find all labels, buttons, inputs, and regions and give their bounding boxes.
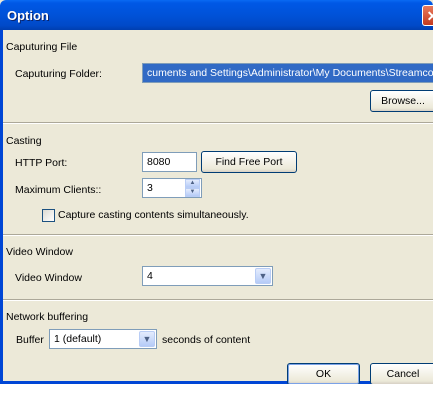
video-section-label: Video Window [6,246,73,258]
find-free-port-button[interactable]: Find Free Port [201,151,297,173]
network-section-label: Network buffering [6,311,89,323]
divider [3,122,433,124]
http-port-field[interactable]: 8080 [142,152,197,172]
cancel-button-label: Cancel [386,368,420,380]
arrow-down-icon[interactable]: ▼ [185,188,200,197]
buffer-suffix-label: seconds of content [162,334,251,346]
title-bar[interactable]: Option ✕ [0,0,433,30]
video-window-select[interactable]: 4 [142,266,273,286]
capturing-section-label: Caputuring File [6,41,78,53]
browse-button-label: Browse... [381,95,425,107]
chevron-down-icon[interactable]: ▼ [255,268,271,284]
find-free-port-label: Find Free Port [215,156,283,168]
cancel-button[interactable]: Cancel [370,363,433,384]
max-clients-spinner[interactable]: ▲ ▼ [185,179,200,197]
http-port-label: HTTP Port: [15,157,68,169]
video-window-label: Video Window [15,272,82,284]
capture-casting-checkbox[interactable] [42,209,55,222]
dialog-title: Option [7,8,49,23]
video-window-value: 4 [147,270,153,282]
window-frame-bottom [0,381,433,384]
ok-button[interactable]: OK [287,363,360,384]
divider [3,234,433,236]
capturing-folder-label: Caputuring Folder: [15,68,102,80]
close-icon[interactable]: ✕ [422,5,433,26]
capture-casting-label: Capture casting contents simultaneously. [58,209,249,221]
window-frame-left [0,30,3,384]
option-dialog: Option ✕ Caputuring File Caputuring Fold… [0,0,433,384]
ok-button-label: OK [315,368,332,380]
browse-button[interactable]: Browse... [370,90,433,112]
max-clients-label: Maximum Clients:: [15,184,102,196]
max-clients-value: 3 [147,182,153,194]
casting-section-label: Casting [6,135,42,147]
capturing-folder-field[interactable]: cuments and Settings\Administrator\My Do… [142,63,433,83]
arrow-up-icon[interactable]: ▲ [185,179,200,188]
chevron-down-icon[interactable]: ▼ [139,331,155,347]
buffer-value: 1 (default) [54,333,102,345]
buffer-label: Buffer [16,334,44,346]
divider [3,299,433,301]
